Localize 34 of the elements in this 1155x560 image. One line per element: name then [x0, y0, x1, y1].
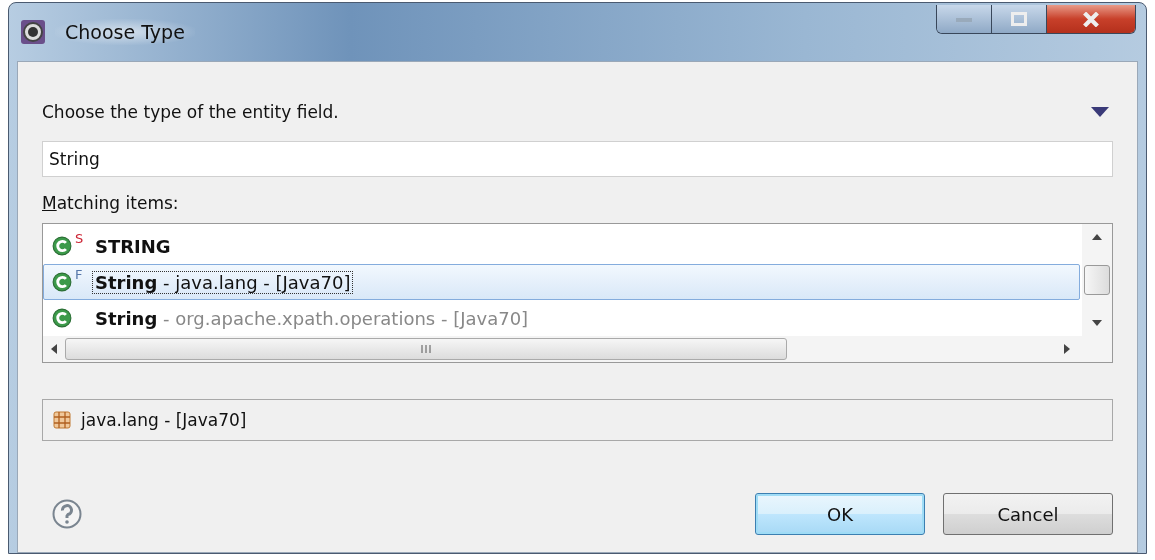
item-label: String - java.lang - [Java70] — [92, 270, 354, 294]
list-label: Matching items: — [42, 193, 179, 213]
maximize-icon — [1011, 12, 1027, 26]
grip-icon — [421, 345, 431, 353]
scroll-down-icon[interactable] — [1092, 320, 1102, 326]
package-icon — [53, 411, 71, 429]
list-item[interactable]: S STRING — [43, 228, 1080, 264]
instruction-text: Choose the type of the entity field. — [42, 102, 339, 122]
class-icon — [52, 308, 72, 328]
item-label: String - org.apache.xpath.operations - [Java70] — [94, 306, 530, 330]
list-item[interactable]: F String - java.lang - [Java70] — [43, 264, 1080, 300]
close-button[interactable] — [1047, 5, 1135, 33]
item-label: STRING — [94, 234, 172, 258]
minimize-button[interactable] — [937, 5, 992, 33]
class-icon — [52, 236, 72, 256]
dropdown-arrow-icon[interactable] — [1091, 107, 1109, 117]
close-icon — [1082, 11, 1100, 27]
scroll-left-icon[interactable] — [51, 344, 57, 354]
window-title: Choose Type — [55, 19, 195, 45]
horizontal-scrollbar[interactable] — [43, 336, 1112, 362]
scroll-right-icon[interactable] — [1064, 344, 1070, 354]
scroll-up-icon[interactable] — [1092, 234, 1102, 240]
class-icon — [52, 272, 72, 292]
scroll-thumb[interactable] — [1084, 265, 1110, 295]
minimize-icon — [954, 15, 974, 23]
modifier-letter: F — [75, 267, 83, 282]
help-icon[interactable] — [52, 499, 82, 529]
vertical-scrollbar[interactable] — [1082, 224, 1112, 336]
package-text: java.lang - [Java70] — [81, 410, 247, 430]
list-item[interactable]: String - org.apache.xpath.operations - [Java70] — [43, 300, 1080, 336]
modifier-letter: S — [75, 231, 84, 246]
dialog-button[interactable]: Cancel — [943, 493, 1113, 535]
dialog-button[interactable]: OK — [755, 493, 925, 535]
search-field[interactable]: String — [42, 141, 1113, 177]
